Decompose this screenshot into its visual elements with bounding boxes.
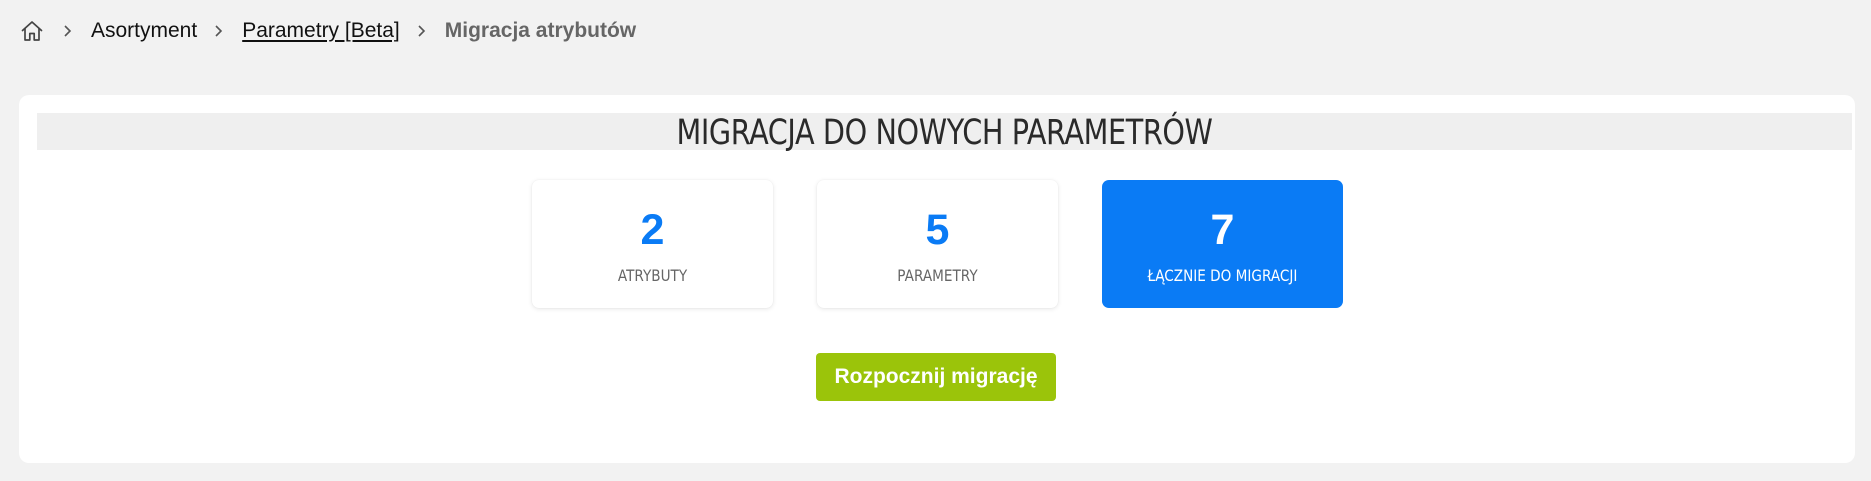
migration-panel: MIGRACJA DO NOWYCH PARAMETRÓW 2 ATRYBUTY… xyxy=(19,95,1855,463)
panel-title: MIGRACJA DO NOWYCH PARAMETRÓW xyxy=(676,113,1213,153)
chevron-right-icon xyxy=(416,22,427,40)
stat-label-parameters: PARAMETRY xyxy=(897,266,978,285)
breadcrumb-item-parametry[interactable]: Parametry [Beta] xyxy=(242,19,400,43)
start-migration-button[interactable]: Rozpocznij migrację xyxy=(816,353,1056,401)
breadcrumb: Asortyment Parametry [Beta] Migracja atr… xyxy=(18,14,636,48)
stat-card-parameters: 5 PARAMETRY xyxy=(817,180,1058,308)
home-icon[interactable] xyxy=(18,17,46,45)
stat-value-attributes: 2 xyxy=(640,206,665,254)
chevron-right-icon xyxy=(62,22,73,40)
stat-value-parameters: 5 xyxy=(925,206,950,254)
breadcrumb-current-page: Migracja atrybutów xyxy=(444,19,637,42)
breadcrumb-item-asortyment[interactable]: Asortyment xyxy=(91,19,197,43)
stat-value-total: 7 xyxy=(1210,206,1235,254)
stat-card-attributes: 2 ATRYBUTY xyxy=(532,180,773,308)
panel-title-bar: MIGRACJA DO NOWYCH PARAMETRÓW xyxy=(37,113,1852,153)
stat-label-attributes: ATRYBUTY xyxy=(617,266,688,285)
chevron-right-icon xyxy=(213,22,224,40)
stat-card-total: 7 ŁĄCZNIE DO MIGRACJI xyxy=(1102,180,1343,308)
stat-label-total: ŁĄCZNIE DO MIGRACJI xyxy=(1147,266,1298,285)
